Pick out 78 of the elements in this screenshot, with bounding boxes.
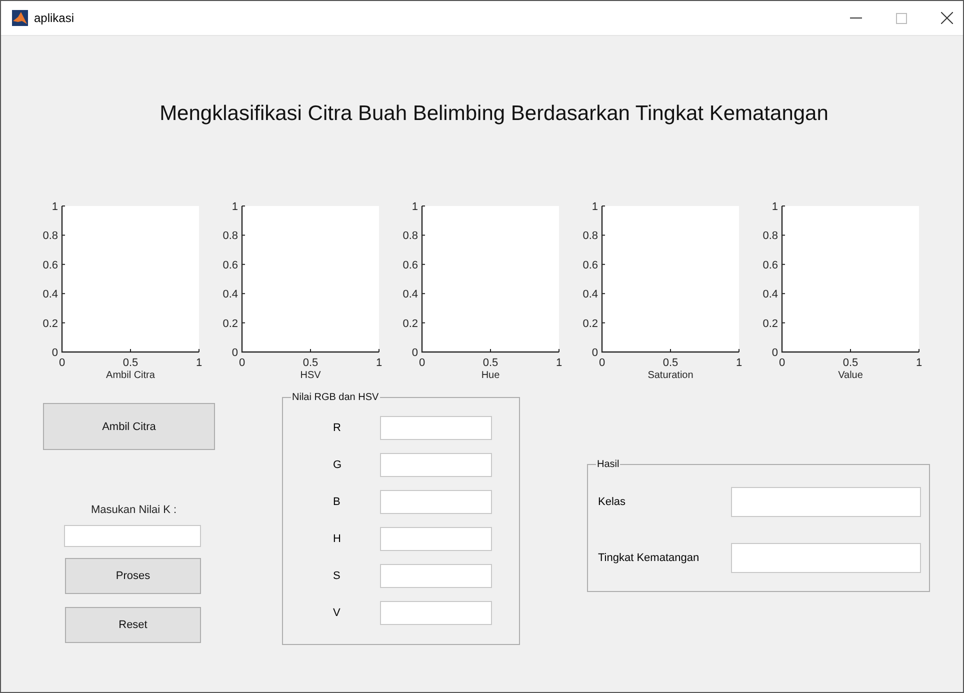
value-field[interactable]: [380, 452, 492, 476]
tick-label: 0: [58, 357, 66, 369]
axis-label: Hue: [481, 370, 500, 381]
field-label: S: [332, 570, 342, 582]
k-value-label: Masukan Nilai K :: [91, 504, 177, 516]
tick-label: 0: [778, 357, 786, 369]
tick-label: 0.6: [582, 259, 598, 272]
tick-label: 1: [52, 201, 58, 213]
tick-label: 0: [592, 347, 598, 359]
tick-label: 0.8: [42, 230, 58, 242]
close-icon[interactable]: [941, 12, 953, 24]
tick-label: 0.4: [582, 288, 598, 301]
tick-label: 0.2: [762, 318, 778, 330]
tick-label: 1: [412, 201, 418, 213]
tick-label: 1: [736, 357, 742, 369]
load-image-button[interactable]: Ambil Citra: [43, 403, 215, 450]
field-label: B: [332, 496, 342, 508]
tick-label: 0.2: [222, 318, 238, 330]
axis-label: Value: [838, 370, 863, 381]
value-field[interactable]: [380, 600, 492, 624]
tick-label: 0.4: [762, 288, 778, 301]
tick-label: 0.8: [222, 230, 238, 242]
tick-label: 0.4: [402, 288, 418, 301]
value-field[interactable]: [380, 416, 492, 440]
tick-label: 0: [418, 357, 426, 369]
field-label: Kelas: [597, 496, 627, 508]
field-label: R: [332, 422, 342, 434]
value-field[interactable]: [380, 564, 492, 588]
field-label: G: [332, 458, 343, 470]
tick-label: 0.4: [42, 288, 58, 301]
tick-label: 0.8: [582, 230, 598, 242]
tick-label: 1: [916, 357, 922, 369]
tick-label: 0.5: [482, 357, 498, 369]
tick-label: 0.6: [222, 259, 238, 272]
tick-label: 0: [238, 357, 246, 369]
tick-label: 1: [232, 201, 238, 213]
tick-label: 1: [772, 201, 778, 213]
value-field[interactable]: [380, 526, 492, 550]
tick-label: 0: [232, 347, 238, 359]
maximize-icon[interactable]: [896, 12, 907, 24]
tick-label: 0.2: [402, 318, 418, 330]
window-title: aplikasi: [34, 11, 74, 25]
tick-label: 0.2: [42, 318, 58, 330]
field-label: H: [332, 532, 342, 544]
tick-label: 0.2: [582, 318, 598, 330]
tick-label: 0.5: [842, 357, 858, 369]
result-field[interactable]: [731, 487, 921, 517]
k-value-field[interactable]: [64, 525, 201, 547]
reset-button[interactable]: Reset: [65, 607, 201, 643]
tick-label: 0.8: [762, 230, 778, 242]
tick-label: 0.6: [762, 259, 778, 272]
field-label: Tingkat Kematangan: [597, 552, 700, 564]
result-field[interactable]: [731, 543, 921, 573]
field-label: V: [332, 606, 342, 618]
tick-label: 0.6: [402, 259, 418, 272]
tick-label: 0.5: [302, 357, 318, 369]
app-icon: [12, 10, 28, 26]
tick-label: 0.5: [122, 357, 138, 369]
group-title: Hasil: [596, 459, 620, 470]
tick-label: 0: [412, 347, 418, 359]
tick-label: 1: [556, 357, 562, 369]
axis-label: Saturation: [648, 370, 694, 381]
tick-label: 0.5: [662, 357, 678, 369]
value-field[interactable]: [380, 490, 492, 514]
tick-label: 0.4: [222, 288, 238, 301]
group-title: Nilai RGB dan HSV: [291, 392, 380, 403]
tick-label: 0: [598, 357, 606, 369]
tick-label: 0.6: [42, 259, 58, 272]
tick-label: 0: [52, 347, 58, 359]
tick-label: 0: [772, 347, 778, 359]
tick-label: 1: [376, 357, 382, 369]
process-button[interactable]: Proses: [65, 558, 201, 594]
tick-label: 1: [592, 201, 598, 213]
axis-label: HSV: [300, 370, 321, 381]
tick-label: 1: [196, 357, 202, 369]
page-heading: Mengklasifikasi Citra Buah Belimbing Berdasarkan Tingkat Kematangan: [158, 102, 830, 126]
tick-label: 0.8: [402, 230, 418, 242]
axis-label: Ambil Citra: [106, 370, 155, 381]
